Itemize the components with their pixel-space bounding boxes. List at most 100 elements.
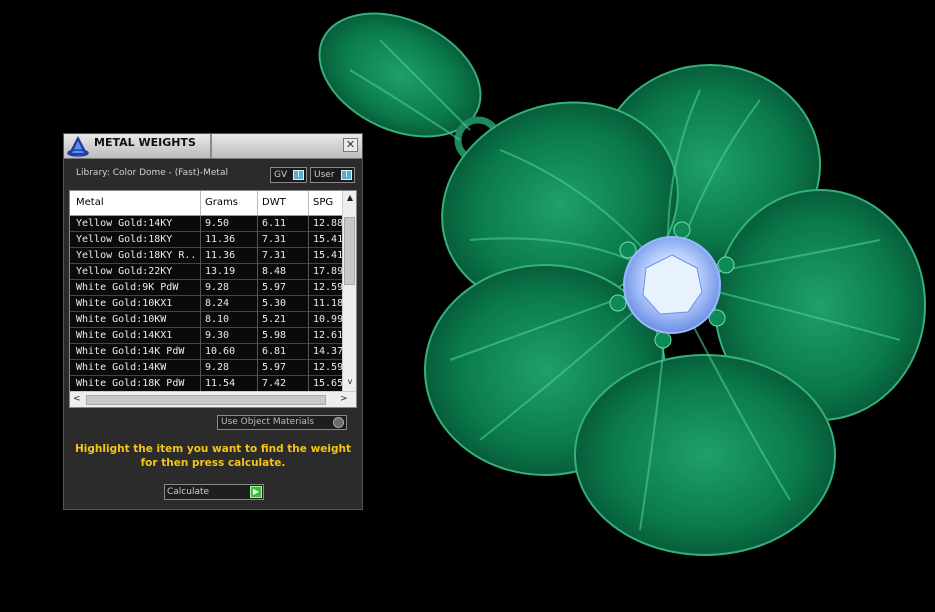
column-divider: [308, 280, 309, 296]
column-divider: [200, 280, 201, 296]
instruction-text: Highlight the item you want to find the …: [64, 442, 362, 470]
column-divider: [257, 344, 258, 360]
horizontal-scrollbar[interactable]: < >: [70, 391, 356, 407]
grams-cell: 10.60: [205, 346, 236, 357]
metal-cell: Yellow Gold:18KY: [76, 234, 173, 245]
column-divider: [308, 216, 309, 232]
grams-cell: 9.28: [205, 362, 230, 373]
spg-cell: 11.18: [313, 298, 343, 309]
dwt-cell: 7.31: [262, 234, 287, 245]
close-button[interactable]: ✕: [343, 138, 358, 152]
table-row[interactable]: Yellow Gold:18KY R... 11.36 7.31 15.41: [70, 248, 343, 264]
title-divider: [210, 134, 212, 158]
dwt-cell: 5.30: [262, 298, 287, 309]
table-row[interactable]: White Gold:9K PdW 9.28 5.97 12.59: [70, 280, 343, 296]
column-header-spg[interactable]: SPG: [313, 197, 333, 208]
dwt-cell: 7.31: [262, 250, 287, 261]
column-divider: [200, 216, 201, 232]
metal-cell: White Gold:14K PdW: [76, 346, 185, 357]
metal-cell: White Gold:10KW: [76, 314, 167, 325]
column-divider: [257, 360, 258, 376]
column-divider: [308, 232, 309, 248]
metal-cell: Yellow Gold:14KY: [76, 218, 173, 229]
column-header-metal[interactable]: Metal: [76, 197, 104, 208]
use-object-materials-option[interactable]: Use Object Materials: [217, 415, 347, 430]
table-row[interactable]: White Gold:14K PdW 10.60 6.81 14.37: [70, 344, 343, 360]
toggle-icon: I: [341, 170, 352, 180]
column-divider: [257, 264, 258, 280]
column-divider: [200, 264, 201, 280]
gv-toggle-label: GV: [274, 170, 288, 180]
column-divider: [257, 376, 258, 392]
column-divider: [308, 248, 309, 264]
table-row[interactable]: Yellow Gold:18KY 11.36 7.31 15.41: [70, 232, 343, 248]
scroll-thumb[interactable]: [86, 395, 326, 405]
spg-cell: 12.88: [313, 218, 343, 229]
scroll-right-icon[interactable]: >: [340, 394, 348, 404]
calculate-button[interactable]: Calculate ▶: [164, 484, 264, 500]
column-divider: [200, 360, 201, 376]
column-divider: [308, 360, 309, 376]
user-toggle[interactable]: User I: [310, 167, 355, 183]
dwt-cell: 5.21: [262, 314, 287, 325]
table-row[interactable]: White Gold:10KX1 8.24 5.30 11.18: [70, 296, 343, 312]
metal-cell: White Gold:9K PdW: [76, 282, 179, 293]
column-divider: [200, 312, 201, 328]
column-divider: [200, 328, 201, 344]
scroll-up-icon[interactable]: ▲: [343, 193, 356, 205]
dwt-cell: 5.97: [262, 282, 287, 293]
dwt-cell: 6.11: [262, 218, 287, 229]
column-divider: [257, 328, 258, 344]
toggle-icon: I: [293, 170, 304, 180]
use-object-materials-label: Use Object Materials: [221, 417, 315, 427]
metal-table: Metal Grams DWT SPG Yellow Gold:14KY 9.50…: [69, 190, 357, 408]
grams-cell: 11.36: [205, 234, 236, 245]
scroll-thumb[interactable]: [344, 217, 355, 285]
table-row[interactable]: White Gold:18K PdW 11.54 7.42 15.65: [70, 376, 343, 392]
radio-icon[interactable]: [333, 417, 344, 428]
scroll-left-icon[interactable]: <: [73, 394, 81, 404]
metal-cell: White Gold:18K PdW: [76, 378, 185, 389]
dwt-cell: 7.42: [262, 378, 287, 389]
app-logo-icon: [67, 136, 89, 157]
dwt-cell: 6.81: [262, 346, 287, 357]
spg-cell: 10.99: [313, 314, 343, 325]
grams-cell: 9.50: [205, 218, 230, 229]
grams-cell: 11.36: [205, 250, 236, 261]
scroll-down-icon[interactable]: v: [343, 377, 356, 389]
table-row[interactable]: White Gold:14KX1 9.30 5.98 12.61: [70, 328, 343, 344]
column-divider: [200, 232, 201, 248]
column-divider: [308, 264, 309, 280]
metal-cell: Yellow Gold:22KY: [76, 266, 173, 277]
metal-cell: White Gold:14KX1: [76, 330, 173, 341]
instruction-line: Highlight the item you want to find the …: [75, 443, 351, 455]
table-row[interactable]: White Gold:14KW 9.28 5.97 12.59: [70, 360, 343, 376]
column-divider: [308, 312, 309, 328]
column-divider: [257, 312, 258, 328]
dwt-cell: 5.98: [262, 330, 287, 341]
vertical-scrollbar[interactable]: ▲ v: [342, 191, 356, 391]
gv-toggle[interactable]: GV I: [270, 167, 307, 183]
column-divider: [308, 191, 309, 215]
column-divider: [200, 191, 201, 215]
column-header-grams[interactable]: Grams: [205, 197, 238, 208]
title-bar[interactable]: METAL WEIGHTS ✕: [64, 134, 362, 159]
column-header-dwt[interactable]: DWT: [262, 197, 286, 208]
library-label: Library: Color Dome - (Fast)-Metal: [76, 168, 228, 178]
dwt-cell: 5.97: [262, 362, 287, 373]
column-divider: [200, 344, 201, 360]
dwt-cell: 8.48: [262, 266, 287, 277]
column-divider: [257, 296, 258, 312]
table-row[interactable]: Yellow Gold:14KY 9.50 6.11 12.88: [70, 216, 343, 232]
table-row[interactable]: White Gold:10KW 8.10 5.21 10.99: [70, 312, 343, 328]
panel-title: METAL WEIGHTS: [94, 136, 196, 149]
metal-cell: White Gold:10KX1: [76, 298, 173, 309]
spg-cell: 12.59: [313, 362, 343, 373]
pendant-model: [318, 12, 926, 556]
column-divider: [308, 344, 309, 360]
table-row[interactable]: Yellow Gold:22KY 13.19 8.48 17.89: [70, 264, 343, 280]
spg-cell: 15.41: [313, 234, 343, 245]
table-header: Metal Grams DWT SPG: [70, 191, 342, 216]
metal-cell: White Gold:14KW: [76, 362, 167, 373]
column-divider: [308, 296, 309, 312]
